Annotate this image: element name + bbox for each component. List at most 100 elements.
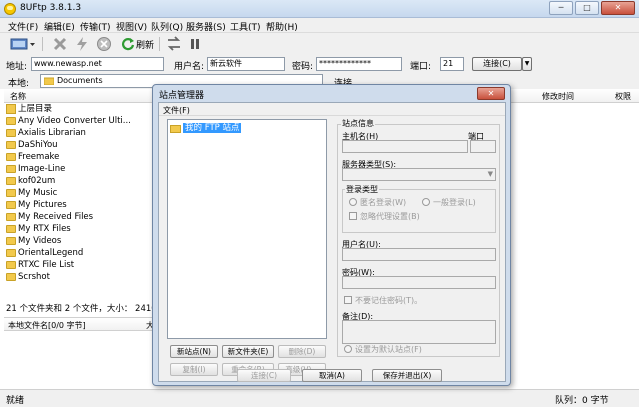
ignore-proxy-checkbox[interactable]: [349, 212, 357, 220]
documents-folder-icon: [44, 77, 54, 85]
normal-login-radio[interactable]: [422, 198, 430, 206]
site-tree[interactable]: 我的 FTP 站点: [167, 119, 327, 339]
folder-icon: [6, 177, 16, 185]
copy-button[interactable]: 复制(I): [170, 363, 218, 376]
folder-icon: [6, 225, 16, 233]
tree-root-label: 我的 FTP 站点: [183, 123, 242, 133]
port-input[interactable]: 21: [440, 57, 464, 71]
no-remember-checkbox[interactable]: [344, 296, 352, 304]
list-item[interactable]: RTXC File List: [4, 259, 154, 271]
password-input[interactable]: *************: [316, 57, 402, 71]
menu-view[interactable]: 视图(V): [116, 20, 147, 33]
folder-icon: [6, 201, 16, 209]
folder-icon: [6, 153, 16, 161]
folder-icon: [170, 125, 181, 133]
list-item[interactable]: 上层目录: [4, 103, 154, 115]
delete-button[interactable]: 删除(D): [278, 345, 326, 358]
remote-col-modified[interactable]: 修改时间: [542, 91, 574, 102]
quick-connect-icon[interactable]: [74, 36, 90, 52]
list-item[interactable]: Scrshot: [4, 271, 154, 283]
list-item[interactable]: OrientalLegend: [4, 247, 154, 259]
list-item[interactable]: Any Video Converter Ulti...: [4, 115, 154, 127]
no-remember-label: 不要记住密码(T)。: [355, 296, 423, 305]
minimize-button[interactable]: ─: [549, 1, 573, 15]
local-path-value: Documents: [57, 76, 103, 85]
connect-button[interactable]: 连接(C): [472, 57, 522, 71]
folder-icon: [6, 237, 16, 245]
password-input-dialog[interactable]: [342, 276, 496, 289]
normal-login-label: 一般登录(L): [433, 198, 476, 207]
new-folder-button[interactable]: 新文件夹(E): [222, 345, 274, 358]
refresh-button[interactable]: 刷新: [136, 38, 154, 51]
menu-tools[interactable]: 工具(T): [230, 20, 261, 33]
list-item[interactable]: Freemake: [4, 151, 154, 163]
list-item[interactable]: Axialis Librarian: [4, 127, 154, 139]
list-item[interactable]: My Pictures: [4, 199, 154, 211]
menu-transfer[interactable]: 传输(T): [80, 20, 111, 33]
remote-col-permissions[interactable]: 权限: [615, 91, 631, 102]
menu-help[interactable]: 帮助(H): [266, 20, 298, 33]
up-folder-icon: [6, 104, 16, 114]
window-title: 8UFtp 3.8.1.3: [20, 3, 82, 13]
new-site-button[interactable]: 新站点(N): [170, 345, 218, 358]
server-type-select[interactable]: ▼: [342, 168, 496, 181]
host-input[interactable]: [342, 140, 468, 153]
title-bar: 8UFtp 3.8.1.3 ─ □ ✕: [0, 0, 639, 18]
list-item[interactable]: My RTX Files: [4, 223, 154, 235]
toolbar: 刷新: [0, 33, 639, 55]
dialog-cancel-button[interactable]: 取消(A): [302, 369, 362, 382]
folder-icon: [6, 213, 16, 221]
connect-dropdown-button[interactable]: ▼: [522, 57, 532, 71]
dialog-connect-button[interactable]: 连接(C): [237, 369, 291, 382]
refresh-icon[interactable]: [121, 36, 135, 52]
queue-header: 本地文件名[0/0 字节] 大: [4, 317, 154, 331]
list-item[interactable]: Image-Line: [4, 163, 154, 175]
list-item[interactable]: My Received Files: [4, 211, 154, 223]
default-site-radio[interactable]: [344, 345, 352, 353]
transfer-icon[interactable]: [166, 36, 182, 52]
status-text: 就绪: [6, 396, 25, 406]
list-item[interactable]: My Music: [4, 187, 154, 199]
note-textarea[interactable]: [342, 320, 496, 344]
folder-icon: [6, 165, 16, 173]
dialog-body: 文件(F) 我的 FTP 站点 站点信息 主机名(H) 端口 服务器类型(S):…: [158, 102, 506, 382]
dialog-title: 站点管理器: [159, 91, 205, 101]
folder-icon: [6, 129, 16, 137]
tree-node-root[interactable]: 我的 FTP 站点: [170, 123, 242, 134]
maximize-button[interactable]: □: [575, 1, 599, 15]
username-input-dialog[interactable]: [342, 248, 496, 261]
folder-icon: [6, 261, 16, 269]
site-manager-icon[interactable]: [10, 36, 36, 52]
pause-icon[interactable]: [188, 36, 202, 52]
menu-queue[interactable]: 队列(Q): [151, 20, 183, 33]
list-item[interactable]: My Videos: [4, 235, 154, 247]
port-input-dialog[interactable]: [470, 140, 496, 153]
stop-icon[interactable]: [96, 36, 112, 52]
address-input[interactable]: www.newasp.net: [31, 57, 164, 71]
login-type-label: 登录类型: [345, 184, 379, 195]
menu-bar: 文件(F) 编辑(E) 传输(T) 视图(V) 队列(Q) 服务器(S) 工具(…: [0, 18, 639, 33]
menu-edit[interactable]: 编辑(E): [44, 20, 75, 33]
dialog-close-button[interactable]: ✕: [477, 87, 505, 100]
menu-file[interactable]: 文件(F): [8, 20, 38, 33]
anonymous-radio[interactable]: [349, 198, 357, 206]
folder-icon: [6, 117, 16, 125]
port-label: 端口:: [410, 62, 432, 72]
local-col-name[interactable]: 名称: [10, 91, 26, 102]
disconnect-icon[interactable]: [52, 36, 68, 52]
local-file-header: 名称: [4, 89, 152, 103]
list-item[interactable]: kof02um: [4, 175, 154, 187]
local-path-label: 本地:: [8, 79, 30, 89]
list-item[interactable]: DaShiYou: [4, 139, 154, 151]
anonymous-label: 匿名登录(W): [360, 198, 407, 207]
dialog-menu-file[interactable]: 文件(F): [163, 105, 190, 116]
menu-server[interactable]: 服务器(S): [186, 20, 226, 33]
folder-icon: [6, 273, 16, 281]
username-input[interactable]: 新云软件: [207, 57, 285, 71]
address-label: 地址:: [6, 62, 28, 72]
close-button[interactable]: ✕: [601, 1, 635, 15]
queue-col-local-name[interactable]: 本地文件名[0/0 字节]: [8, 320, 86, 331]
local-file-list: 上层目录 Any Video Converter Ulti... Axialis…: [4, 103, 154, 283]
save-exit-button[interactable]: 保存并退出(X): [372, 369, 442, 382]
username-label: 用户名:: [174, 62, 205, 72]
